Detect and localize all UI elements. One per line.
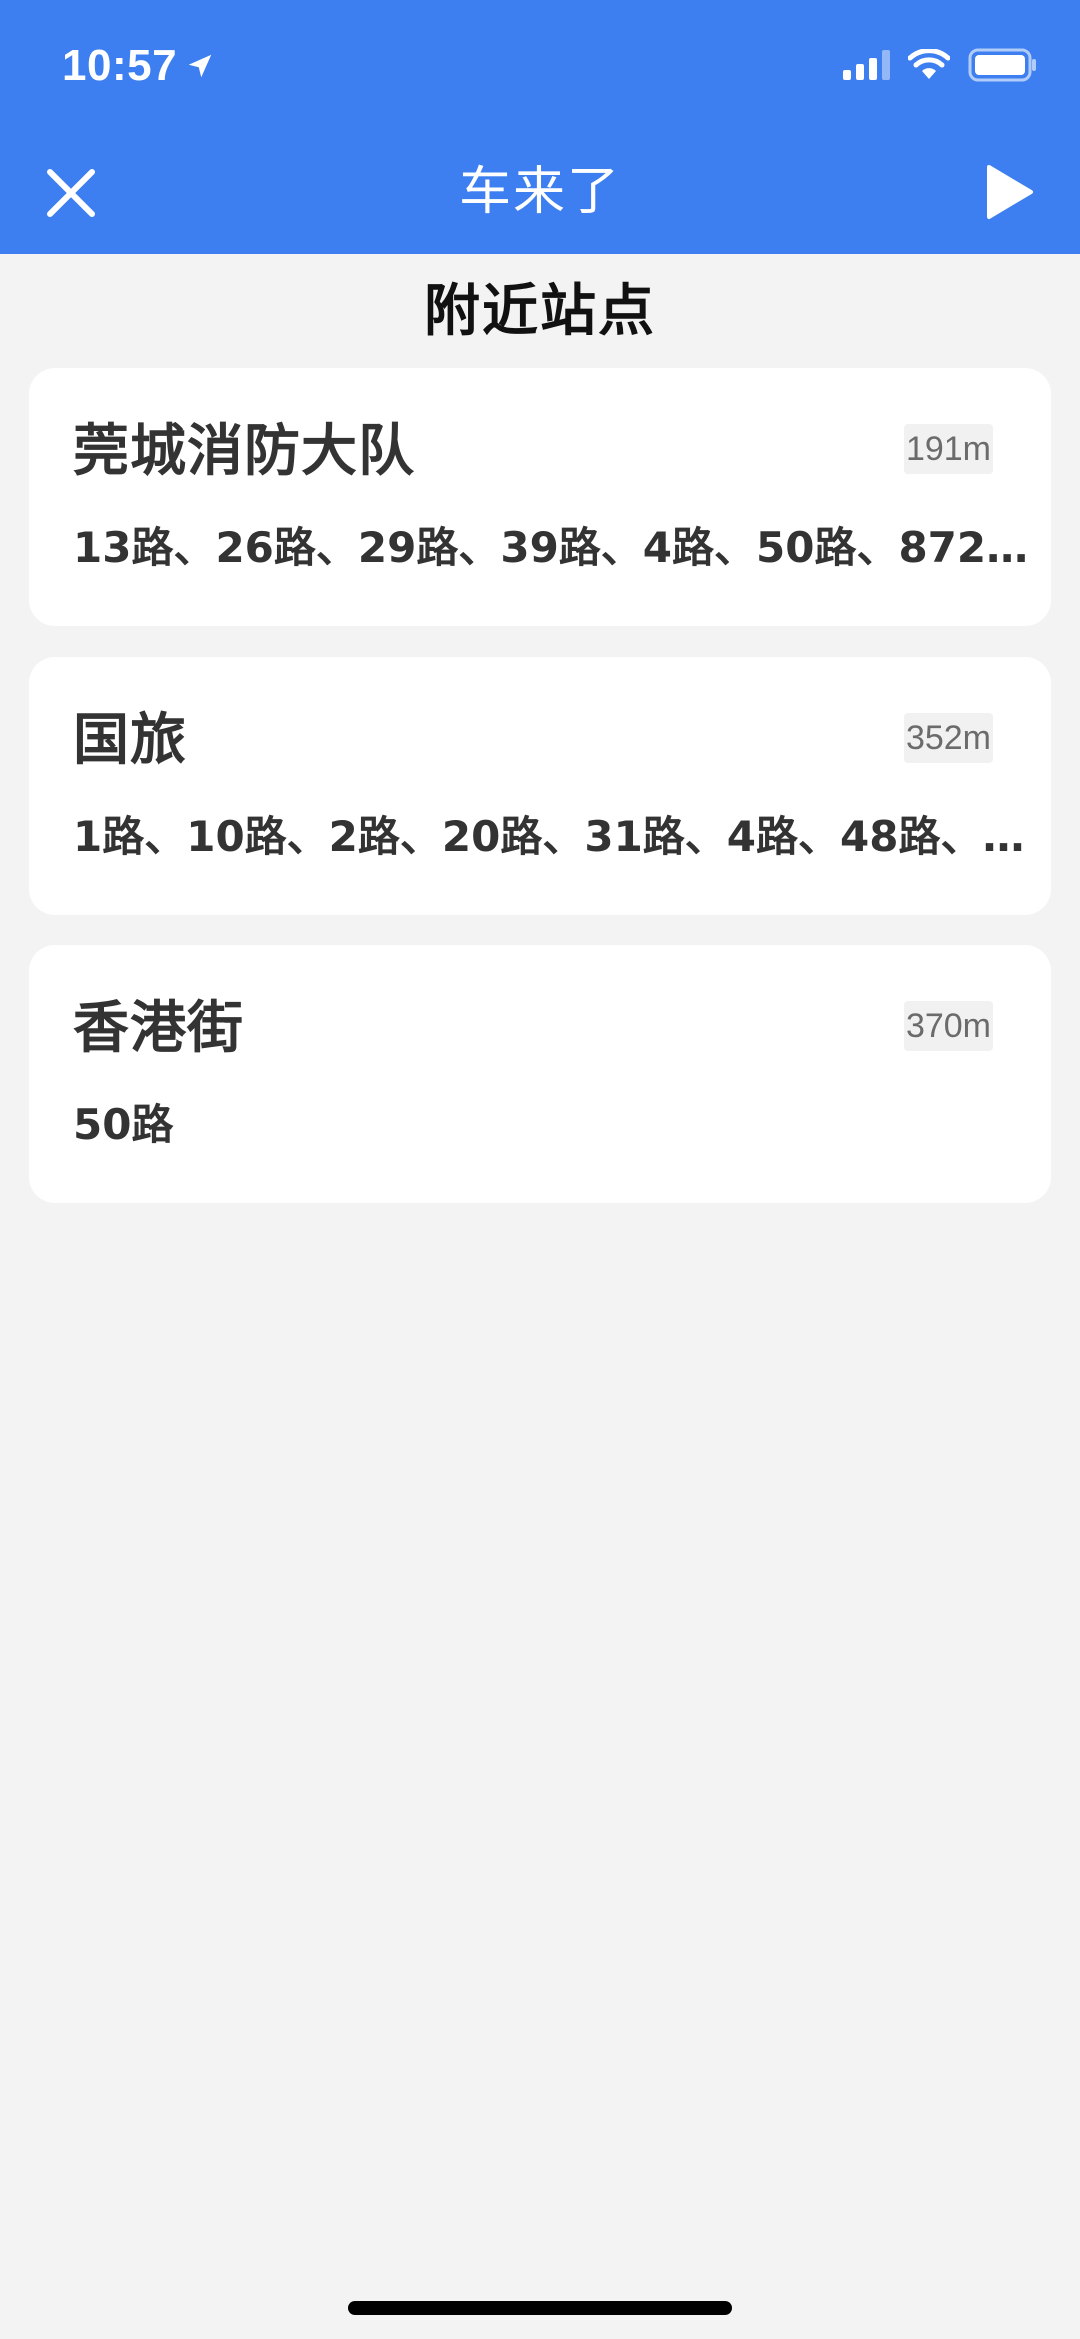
location-arrow-icon — [188, 54, 212, 78]
station-distance: 352m — [903, 713, 993, 763]
station-routes: 50路 — [73, 1100, 174, 1149]
status-bar: 10:57 — [0, 0, 1080, 132]
station-routes: 13路、26路、29路、39路、4路、50路、872路、K1路 — [73, 523, 1029, 572]
station-name: 国旅 — [73, 708, 187, 773]
station-card[interactable]: 香港街 370m 50路 — [29, 945, 1051, 1203]
section-title: 附近站点 — [424, 279, 656, 344]
nav-bar: 车来了 — [0, 132, 1080, 254]
close-icon — [47, 169, 95, 217]
station-distance: 191m — [903, 424, 993, 474]
station-card[interactable]: 国旅 352m 1路、10路、2路、20路、31路、4路、48路、50路 — [29, 657, 1051, 915]
status-icons — [843, 48, 1038, 82]
wifi-icon — [908, 49, 950, 79]
play-icon — [987, 165, 1033, 219]
close-button[interactable] — [40, 162, 102, 224]
cellular-signal-icon — [843, 50, 890, 80]
battery-icon — [968, 48, 1036, 82]
station-name: 莞城消防大队 — [73, 419, 415, 484]
station-card[interactable]: 莞城消防大队 191m 13路、26路、29路、39路、4路、50路、872路、… — [29, 368, 1051, 626]
page-title: 车来了 — [458, 162, 621, 222]
station-name: 香港街 — [73, 996, 244, 1061]
status-time: 10:57 — [62, 40, 215, 92]
play-button[interactable] — [978, 160, 1042, 224]
status-time-text: 10:57 — [62, 41, 178, 90]
station-distance: 370m — [903, 1001, 993, 1051]
app-header: 10:57 车来了 — [0, 0, 1080, 254]
station-routes: 1路、10路、2路、20路、31路、4路、48路、50路 — [73, 812, 1029, 861]
home-indicator[interactable] — [348, 2301, 732, 2315]
